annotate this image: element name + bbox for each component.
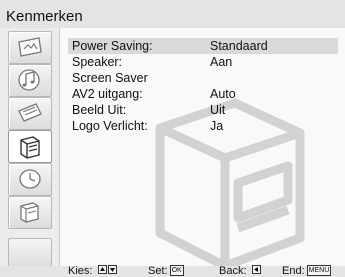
setting-label: Screen Saver bbox=[72, 71, 148, 85]
setup-menu-button[interactable] bbox=[8, 196, 52, 229]
back-label: Back: bbox=[219, 265, 247, 277]
settings-row-power-saving[interactable]: Power Saving: Standaard bbox=[68, 38, 338, 54]
set-label: Set: bbox=[148, 265, 168, 277]
setting-value: Auto bbox=[210, 87, 236, 101]
setting-value: Standaard bbox=[210, 39, 268, 53]
settings-row-screen-saver[interactable]: Screen Saver bbox=[68, 70, 338, 86]
setting-label: Beeld Uit: bbox=[72, 103, 127, 117]
ok-key: OK bbox=[169, 265, 184, 276]
up-arrow-key-icon bbox=[97, 265, 107, 274]
settings-row-logo-light[interactable]: Logo Verlicht: Ja bbox=[68, 118, 338, 134]
left-arrow-key-icon bbox=[251, 265, 261, 274]
channel-menu-button[interactable] bbox=[8, 97, 52, 130]
end-hint: End: MENU bbox=[282, 265, 332, 277]
menu-key: MENU bbox=[306, 265, 332, 276]
features-icon bbox=[20, 136, 40, 159]
timer-icon bbox=[19, 169, 41, 189]
select-label: Kies: bbox=[68, 265, 93, 277]
setting-label: AV2 uitgang: bbox=[72, 87, 143, 101]
set-hint: Set: OK bbox=[148, 265, 184, 277]
timer-menu-button[interactable] bbox=[8, 163, 52, 196]
button-guide: Kies: Set: OK Back: End: MENU bbox=[0, 265, 345, 277]
select-hint: Kies: bbox=[68, 265, 117, 277]
end-label: End: bbox=[282, 265, 305, 277]
back-hint: Back: bbox=[219, 265, 261, 277]
channel-icon bbox=[18, 103, 42, 122]
empty-sidebar-slot bbox=[8, 238, 52, 268]
features-menu-button[interactable] bbox=[8, 130, 52, 163]
category-sidebar bbox=[7, 28, 54, 268]
settings-row-picture-off[interactable]: Beeld Uit: Uit bbox=[68, 102, 338, 118]
setting-value: Uit bbox=[210, 103, 226, 117]
menu-title-bar: Kenmerken bbox=[0, 0, 345, 28]
sound-icon bbox=[18, 69, 40, 91]
down-arrow-key-icon bbox=[107, 265, 117, 274]
setup-icon bbox=[20, 202, 39, 223]
setting-value: Aan bbox=[210, 55, 233, 69]
setting-label: Logo Verlicht: bbox=[72, 119, 148, 133]
settings-row-av2-output[interactable]: AV2 uitgang: Auto bbox=[68, 86, 338, 102]
picture-icon bbox=[18, 37, 42, 57]
menu-title: Kenmerken bbox=[6, 8, 83, 25]
setting-label: Power Saving: bbox=[72, 39, 153, 53]
settings-panel: Power Saving: Standaard Speaker: Aan Scr… bbox=[59, 28, 345, 268]
settings-row-speaker[interactable]: Speaker: Aan bbox=[68, 54, 338, 70]
setting-label: Speaker: bbox=[72, 55, 123, 69]
sound-menu-button[interactable] bbox=[8, 64, 52, 97]
setting-value: Ja bbox=[210, 119, 224, 133]
picture-menu-button[interactable] bbox=[8, 31, 52, 64]
